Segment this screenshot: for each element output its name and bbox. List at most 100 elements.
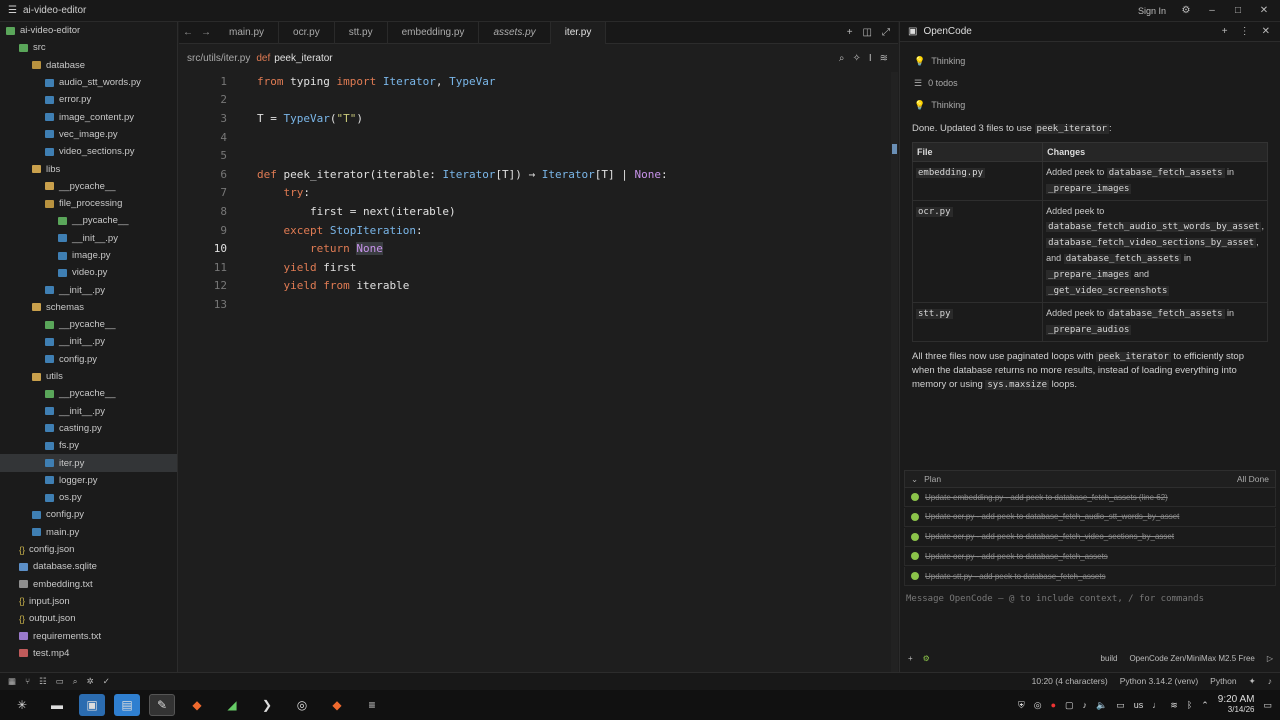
todos-row[interactable]: ☰ 0 todos xyxy=(900,72,1280,94)
editor-tab[interactable]: stt.py xyxy=(335,21,388,44)
code-view[interactable]: 1 from typing import Iterator, TypeVar 2 3 T… xyxy=(179,72,891,314)
split-icon[interactable]: ◫ xyxy=(863,27,872,38)
tree-item[interactable]: {} input.json xyxy=(0,593,177,610)
tree-item[interactable]: libs xyxy=(0,160,177,177)
minimize-icon[interactable]: – xyxy=(1206,5,1218,16)
tree-item[interactable]: image_content.py xyxy=(0,108,177,125)
new-tab-icon[interactable]: + xyxy=(847,27,853,38)
start-icon[interactable]: ✳ xyxy=(9,694,35,716)
tree-item[interactable]: vec_image.py xyxy=(0,126,177,143)
tree-item[interactable]: schemas xyxy=(0,299,177,316)
wifi-icon[interactable]: ≋ xyxy=(1170,700,1178,711)
tree-item[interactable]: __init__.py xyxy=(0,281,177,298)
code-line[interactable]: 4 xyxy=(179,128,891,147)
obs-tray-icon[interactable]: ◎ xyxy=(1034,700,1042,711)
tree-item[interactable]: config.py xyxy=(0,506,177,523)
close-icon[interactable]: ✕ xyxy=(1258,5,1270,16)
code-line[interactable]: 2 xyxy=(179,91,891,110)
add-context-icon[interactable]: + xyxy=(908,654,913,663)
editor-scrollbar[interactable] xyxy=(891,72,898,672)
code-line[interactable]: 7 try: xyxy=(179,184,891,203)
console-icon[interactable]: ❯ xyxy=(254,694,280,716)
wand-icon[interactable]: ✧ xyxy=(852,53,860,64)
tree-item[interactable]: __init__.py xyxy=(0,230,177,247)
tree-item[interactable]: __pycache__ xyxy=(0,178,177,195)
tree-item[interactable]: __pycache__ xyxy=(0,385,177,402)
tree-item[interactable]: {} output.json xyxy=(0,610,177,627)
more-icon[interactable]: ⋮ xyxy=(1240,26,1250,37)
sign-in-button[interactable]: Sign In xyxy=(1138,6,1166,16)
search-icon[interactable]: ⌕ xyxy=(839,53,845,64)
forward-icon[interactable]: → xyxy=(197,27,215,38)
tree-item[interactable]: {} config.json xyxy=(0,541,177,558)
code-line[interactable]: 1 from typing import Iterator, TypeVar xyxy=(179,72,891,91)
thinking-row[interactable]: 💡 Thinking xyxy=(900,50,1280,72)
screen-icon[interactable]: ▭ xyxy=(1116,700,1125,711)
obs-icon[interactable]: ◎ xyxy=(289,694,315,716)
tree-item[interactable]: database.sqlite xyxy=(0,558,177,575)
tree-item[interactable]: video_sections.py xyxy=(0,143,177,160)
tree-item[interactable]: __pycache__ xyxy=(0,212,177,229)
tree-item[interactable]: iter.py xyxy=(0,454,177,472)
tree-item[interactable]: test.mp4 xyxy=(0,645,177,662)
notification-icon[interactable]: ▭ xyxy=(1263,700,1272,711)
brave-icon-2[interactable]: ◆ xyxy=(324,694,350,716)
tree-item[interactable]: casting.py xyxy=(0,420,177,437)
debug-icon[interactable]: ✲ xyxy=(87,676,94,687)
language-mode[interactable]: Python xyxy=(1210,676,1236,687)
thinking-row-2[interactable]: 💡 Thinking xyxy=(900,94,1280,116)
add-thread-icon[interactable]: + xyxy=(1222,26,1228,37)
cursor-icon[interactable]: I xyxy=(869,53,872,64)
settings-icon[interactable]: ⚙ xyxy=(1180,5,1192,16)
record-icon[interactable]: ● xyxy=(1051,700,1056,710)
code-line[interactable]: 8 first = next(iterable) xyxy=(179,202,891,221)
tree-item[interactable]: audio_stt_words.py xyxy=(0,74,177,91)
brave-icon[interactable]: ◆ xyxy=(184,694,210,716)
tree-item[interactable]: image.py xyxy=(0,247,177,264)
code-line[interactable]: 13 xyxy=(179,295,891,314)
volume-icon[interactable]: 🔈 xyxy=(1096,700,1107,711)
tree-item[interactable]: src xyxy=(0,39,177,56)
tree-item[interactable]: utils xyxy=(0,368,177,385)
close-panel-icon[interactable]: ✕ xyxy=(1262,26,1270,37)
clock[interactable]: 9:20 AM 3/14/26 xyxy=(1218,695,1255,715)
model-select[interactable]: OpenCode Zen/MiniMax M2.5 Free xyxy=(1129,654,1254,663)
code-line[interactable]: 9 except StopIteration: xyxy=(179,221,891,240)
check-icon[interactable]: ✓ xyxy=(103,676,110,687)
editor-tab[interactable]: ocr.py xyxy=(279,21,335,44)
app-menu-icon[interactable]: ☰ xyxy=(8,5,17,16)
code-line[interactable]: 3T = TypeVar("T") xyxy=(179,109,891,128)
sliders-icon[interactable]: ≋ xyxy=(880,53,888,64)
code-line[interactable]: 11 yield first xyxy=(179,258,891,277)
keyboard-layout[interactable]: us xyxy=(1134,700,1144,710)
code-line[interactable]: 6 def peek_iterator(iterable: Iterator[T]… xyxy=(179,165,891,184)
tree-item[interactable]: error.py xyxy=(0,91,177,108)
tree-item[interactable]: os.py xyxy=(0,489,177,506)
terminal-icon[interactable]: ▭ xyxy=(56,676,64,687)
mic-icon[interactable]: ♪ xyxy=(1083,700,1088,710)
outline-icon[interactable]: ☷ xyxy=(39,676,47,687)
editor-tab[interactable]: embedding.py xyxy=(388,21,480,44)
gear-icon[interactable]: ⚙ xyxy=(923,654,930,663)
maximize-icon[interactable]: □ xyxy=(1232,5,1244,16)
code-line[interactable]: 5 xyxy=(179,146,891,165)
back-icon[interactable]: ← xyxy=(179,27,197,38)
python-env[interactable]: Python 3.14.2 (venv) xyxy=(1120,676,1198,687)
tree-item[interactable]: logger.py xyxy=(0,472,177,489)
breadcrumb-symbol[interactable]: peek_iterator xyxy=(274,53,332,64)
mic-tray-icon[interactable]: ♩ xyxy=(1152,700,1161,710)
code-line[interactable]: 10 return None xyxy=(179,239,891,258)
tree-item[interactable]: main.py xyxy=(0,524,177,541)
tree-item[interactable]: file_processing xyxy=(0,195,177,212)
tree-item[interactable]: __init__.py xyxy=(0,333,177,350)
copilot-icon[interactable]: ✦ xyxy=(1249,676,1256,687)
cursor-position[interactable]: 10:20 (4 characters) xyxy=(1032,676,1108,687)
editor-tab[interactable]: main.py xyxy=(215,21,280,44)
tree-item[interactable]: ai-video-editor xyxy=(0,22,177,39)
tree-item[interactable]: config.py xyxy=(0,351,177,368)
tree-item[interactable]: database xyxy=(0,57,177,74)
message-input[interactable]: Message OpenCode — @ to include context,… xyxy=(906,594,1204,604)
terminal-app-icon[interactable]: ▬ xyxy=(44,694,70,716)
tree-item[interactable]: embedding.txt xyxy=(0,576,177,593)
files-icon[interactable]: ▤ xyxy=(114,694,140,716)
